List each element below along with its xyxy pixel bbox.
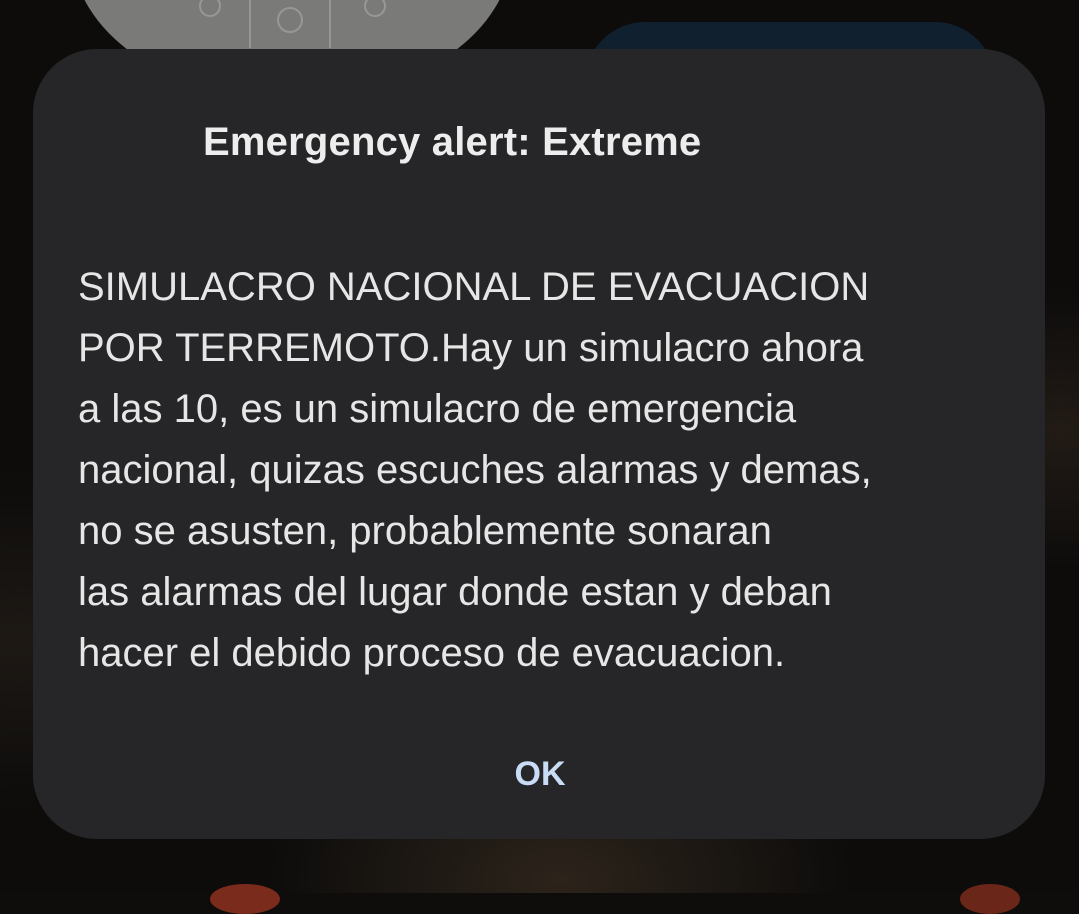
background-decorative-pattern xyxy=(199,0,386,48)
alert-message-line: hacer el debido proceso de evacuacion. xyxy=(78,631,786,675)
ok-button[interactable]: OK xyxy=(473,739,607,809)
background-app-icon-red-2 xyxy=(960,884,1020,914)
alert-message-line: las alarmas del lugar donde estan y deba… xyxy=(78,570,832,614)
emergency-alert-dialog: Emergency alert: Extreme SIMULACRO NACIO… xyxy=(33,49,1045,839)
background-app-icon-red xyxy=(210,884,280,914)
alert-message-line: POR TERREMOTO.Hay un simulacro ahora xyxy=(78,326,864,370)
dialog-title: Emergency alert: Extreme xyxy=(203,120,702,164)
alert-message-line: SIMULACRO NACIONAL DE EVACUACION xyxy=(78,265,870,309)
alert-message-line: no se asusten, probablemente sonaran xyxy=(78,509,772,553)
alert-message: SIMULACRO NACIONAL DE EVACUACION POR TER… xyxy=(78,257,1018,684)
alert-message-line: nacional, quizas escuches alarmas y dema… xyxy=(78,448,872,492)
alert-message-line: a las 10, es un simulacro de emergencia xyxy=(78,387,797,431)
